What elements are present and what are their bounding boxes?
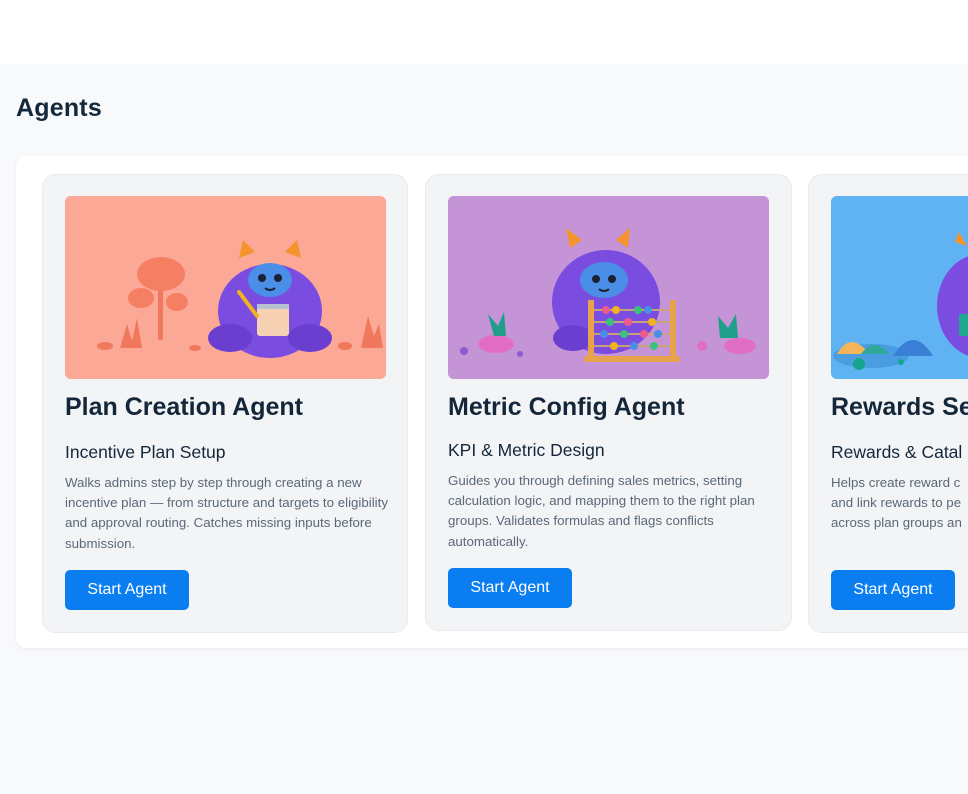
plan-creation-illustration <box>65 196 386 379</box>
mascot-notepad-image <box>65 196 386 379</box>
agent-card-plan-creation: Plan Creation Agent Incentive Plan Setup… <box>42 174 408 633</box>
agent-title: Metric Config Agent <box>448 393 685 421</box>
page-title: Agents <box>16 94 102 122</box>
agent-description-line: and link rewards to pe <box>831 495 962 511</box>
agent-description: Guides you through defining sales metric… <box>448 473 755 549</box>
top-bar <box>0 0 968 64</box>
agent-description-line: Helps create reward c <box>831 475 961 490</box>
agent-card-rewards: Rewards Se Rewards & Catal Helps create … <box>808 174 968 633</box>
mascot-gift-image <box>831 196 968 379</box>
rewards-illustration <box>831 196 968 379</box>
agent-title: Plan Creation Agent <box>65 393 303 421</box>
agent-card-metric-config: Metric Config Agent KPI & Metric Design … <box>425 174 792 631</box>
start-agent-button[interactable]: Start Agent <box>831 570 955 610</box>
start-agent-button[interactable]: Start Agent <box>65 570 189 610</box>
agent-subtitle: Rewards & Catal <box>831 442 963 462</box>
agent-title: Rewards Se <box>831 393 968 421</box>
agent-subtitle: KPI & Metric Design <box>448 440 605 460</box>
mascot-abacus-image <box>448 196 769 379</box>
agent-description-line: across plan groups an <box>831 515 962 531</box>
metric-config-illustration <box>448 196 769 379</box>
agent-subtitle: Incentive Plan Setup <box>65 442 226 462</box>
start-agent-button[interactable]: Start Agent <box>448 568 572 608</box>
agent-description: Walks admins step by step through creati… <box>65 475 388 551</box>
agent-description: Helps create reward c and link rewards t… <box>831 473 968 534</box>
